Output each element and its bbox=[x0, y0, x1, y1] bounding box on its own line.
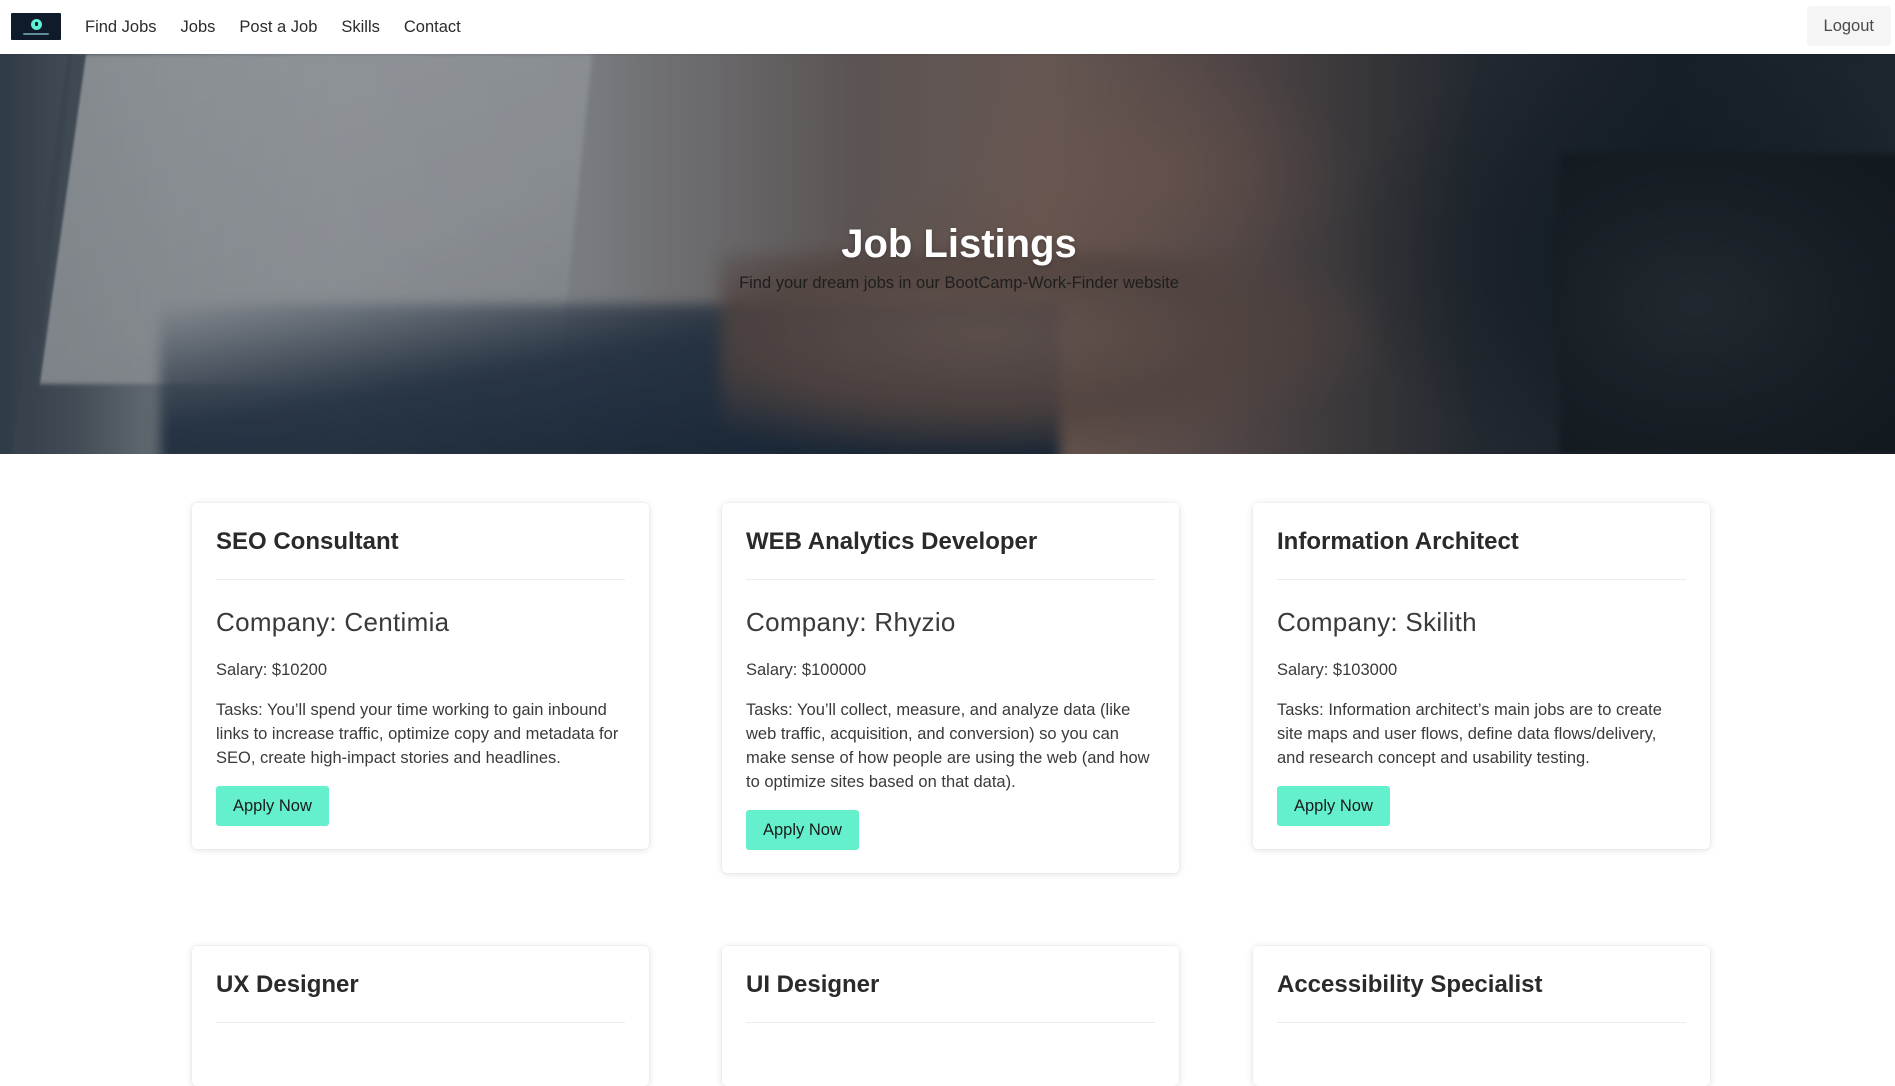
hero-banner: Job Listings Find your dream jobs in our… bbox=[0, 54, 1895, 454]
job-company: Company: Skilith bbox=[1277, 607, 1477, 637]
nav-links: Find Jobs Jobs Post a Job Skills Contact bbox=[73, 0, 473, 54]
job-tasks: Tasks: Information architect’s main jobs… bbox=[1277, 701, 1662, 767]
job-card: UX Designer bbox=[192, 946, 649, 1086]
job-title: Accessibility Specialist bbox=[1277, 970, 1686, 1023]
job-title: UI Designer bbox=[746, 970, 1155, 1023]
apply-now-button[interactable]: Apply Now bbox=[746, 810, 859, 850]
logout-button[interactable]: Logout bbox=[1806, 6, 1891, 46]
job-title: WEB Analytics Developer bbox=[746, 527, 1155, 580]
nav-link-find-jobs[interactable]: Find Jobs bbox=[73, 0, 169, 54]
job-card: Information Architect Company: Skilith S… bbox=[1253, 503, 1710, 849]
job-salary: Salary: $103000 bbox=[1277, 661, 1398, 679]
apply-now-button[interactable]: Apply Now bbox=[1277, 786, 1390, 826]
logo-icon bbox=[30, 19, 42, 30]
job-card: Accessibility Specialist bbox=[1253, 946, 1710, 1086]
job-salary: Salary: $10200 bbox=[216, 661, 327, 679]
job-tasks: Tasks: You’ll spend your time working to… bbox=[216, 701, 619, 767]
apply-now-button[interactable]: Apply Now bbox=[216, 786, 329, 826]
page-subtitle: Find your dream jobs in our BootCamp-Wor… bbox=[739, 274, 1179, 292]
job-card: SEO Consultant Company: Centimia Salary:… bbox=[192, 503, 649, 849]
nav-link-post-a-job[interactable]: Post a Job bbox=[227, 0, 329, 54]
job-card: UI Designer bbox=[722, 946, 1179, 1086]
job-title: UX Designer bbox=[216, 970, 625, 1023]
job-tasks: Tasks: You’ll collect, measure, and anal… bbox=[746, 701, 1150, 791]
job-company: Company: Centimia bbox=[216, 607, 450, 637]
job-card: WEB Analytics Developer Company: Rhyzio … bbox=[722, 503, 1179, 873]
page-title: Job Listings bbox=[841, 222, 1077, 266]
nav-link-jobs[interactable]: Jobs bbox=[169, 0, 228, 54]
job-company: Company: Rhyzio bbox=[746, 607, 956, 637]
logo-wordmark bbox=[23, 33, 49, 35]
top-navbar: Find Jobs Jobs Post a Job Skills Contact… bbox=[0, 0, 1895, 54]
job-salary: Salary: $100000 bbox=[746, 661, 867, 679]
job-title: SEO Consultant bbox=[216, 527, 625, 580]
nav-link-skills[interactable]: Skills bbox=[329, 0, 392, 54]
nav-link-contact[interactable]: Contact bbox=[392, 0, 473, 54]
job-title: Information Architect bbox=[1277, 527, 1686, 580]
site-logo[interactable] bbox=[11, 13, 61, 40]
